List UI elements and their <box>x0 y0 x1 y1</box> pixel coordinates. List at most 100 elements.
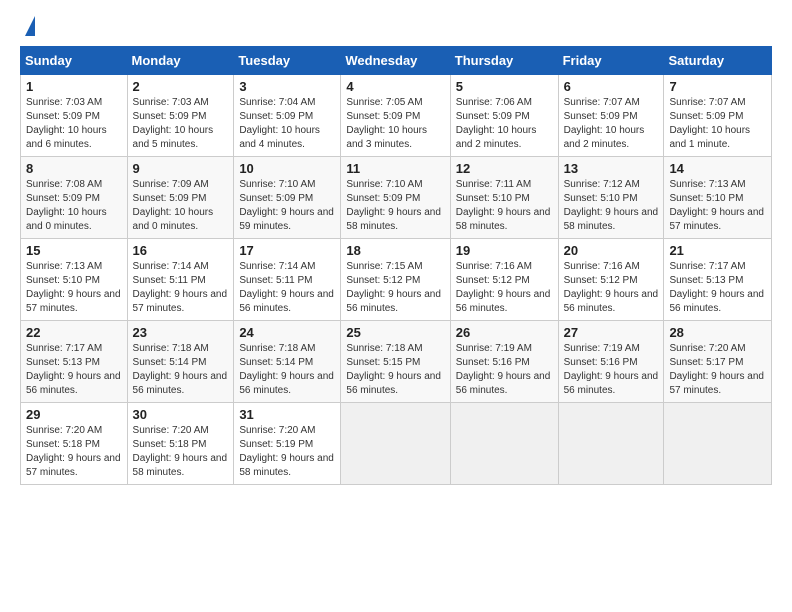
day-info: Sunrise: 7:04 AM Sunset: 5:09 PM Dayligh… <box>239 96 335 152</box>
weekday-header-wednesday: Wednesday <box>341 47 450 75</box>
sunset-time: 5:10 PM <box>706 193 743 204</box>
sunset-label: Sunset: <box>564 357 601 368</box>
daylight-label: Daylight: <box>239 207 281 218</box>
sunrise-time: 7:06 AM <box>495 97 532 108</box>
calendar-week-row: 22 Sunrise: 7:17 AM Sunset: 5:13 PM Dayl… <box>21 321 772 403</box>
day-number: 15 <box>26 243 122 258</box>
sunrise-time: 7:13 AM <box>709 179 746 190</box>
logo <box>20 16 35 38</box>
daylight-label: Daylight: <box>456 371 498 382</box>
sunset-label: Sunset: <box>669 111 706 122</box>
day-number: 8 <box>26 161 122 176</box>
sunrise-label: Sunrise: <box>346 179 385 190</box>
calendar-day: 28 Sunrise: 7:20 AM Sunset: 5:17 PM Dayl… <box>664 321 772 403</box>
sunset-time: 5:15 PM <box>383 357 420 368</box>
calendar-day: 22 Sunrise: 7:17 AM Sunset: 5:13 PM Dayl… <box>21 321 128 403</box>
sunset-label: Sunset: <box>456 357 493 368</box>
day-info: Sunrise: 7:20 AM Sunset: 5:18 PM Dayligh… <box>133 424 229 480</box>
daylight-label: Daylight: <box>26 125 68 136</box>
weekday-header-thursday: Thursday <box>450 47 558 75</box>
sunrise-time: 7:16 AM <box>603 261 640 272</box>
daylight-label: Daylight: <box>133 453 175 464</box>
calendar-day: 21 Sunrise: 7:17 AM Sunset: 5:13 PM Dayl… <box>664 239 772 321</box>
sunset-time: 5:10 PM <box>600 193 637 204</box>
sunset-label: Sunset: <box>239 111 276 122</box>
sunset-label: Sunset: <box>239 275 276 286</box>
sunrise-time: 7:18 AM <box>386 343 423 354</box>
calendar-day: 24 Sunrise: 7:18 AM Sunset: 5:14 PM Dayl… <box>234 321 341 403</box>
daylight-label: Daylight: <box>239 289 281 300</box>
daylight-label: Daylight: <box>133 125 175 136</box>
calendar-day: 1 Sunrise: 7:03 AM Sunset: 5:09 PM Dayli… <box>21 75 128 157</box>
calendar-week-row: 29 Sunrise: 7:20 AM Sunset: 5:18 PM Dayl… <box>21 403 772 485</box>
daylight-label: Daylight: <box>669 371 711 382</box>
sunset-label: Sunset: <box>346 111 383 122</box>
day-info: Sunrise: 7:09 AM Sunset: 5:09 PM Dayligh… <box>133 178 229 234</box>
weekday-header-monday: Monday <box>127 47 234 75</box>
day-info: Sunrise: 7:13 AM Sunset: 5:10 PM Dayligh… <box>26 260 122 316</box>
daylight-label: Daylight: <box>133 289 175 300</box>
daylight-label: Daylight: <box>669 289 711 300</box>
sunrise-label: Sunrise: <box>133 97 172 108</box>
sunrise-time: 7:14 AM <box>279 261 316 272</box>
day-info: Sunrise: 7:05 AM Sunset: 5:09 PM Dayligh… <box>346 96 444 152</box>
calendar-day: 16 Sunrise: 7:14 AM Sunset: 5:11 PM Dayl… <box>127 239 234 321</box>
day-info: Sunrise: 7:07 AM Sunset: 5:09 PM Dayligh… <box>669 96 766 152</box>
day-info: Sunrise: 7:03 AM Sunset: 5:09 PM Dayligh… <box>26 96 122 152</box>
calendar-day: 3 Sunrise: 7:04 AM Sunset: 5:09 PM Dayli… <box>234 75 341 157</box>
sunrise-time: 7:20 AM <box>279 425 316 436</box>
sunrise-time: 7:05 AM <box>386 97 423 108</box>
sunset-time: 5:09 PM <box>63 193 100 204</box>
sunset-label: Sunset: <box>346 357 383 368</box>
daylight-label: Daylight: <box>239 453 281 464</box>
sunset-label: Sunset: <box>239 357 276 368</box>
sunrise-label: Sunrise: <box>564 343 603 354</box>
sunrise-time: 7:17 AM <box>709 261 746 272</box>
calendar-day: 15 Sunrise: 7:13 AM Sunset: 5:10 PM Dayl… <box>21 239 128 321</box>
sunset-time: 5:18 PM <box>63 439 100 450</box>
sunrise-label: Sunrise: <box>26 343 65 354</box>
daylight-label: Daylight: <box>239 125 281 136</box>
sunrise-label: Sunrise: <box>133 261 172 272</box>
calendar-day: 18 Sunrise: 7:15 AM Sunset: 5:12 PM Dayl… <box>341 239 450 321</box>
calendar-week-row: 1 Sunrise: 7:03 AM Sunset: 5:09 PM Dayli… <box>21 75 772 157</box>
sunrise-time: 7:10 AM <box>279 179 316 190</box>
day-number: 3 <box>239 79 335 94</box>
sunset-label: Sunset: <box>456 111 493 122</box>
sunset-time: 5:09 PM <box>492 111 529 122</box>
day-number: 21 <box>669 243 766 258</box>
sunset-time: 5:11 PM <box>276 275 313 286</box>
day-info: Sunrise: 7:07 AM Sunset: 5:09 PM Dayligh… <box>564 96 659 152</box>
calendar-table: SundayMondayTuesdayWednesdayThursdayFrid… <box>20 46 772 485</box>
weekday-header-friday: Friday <box>558 47 664 75</box>
day-number: 23 <box>133 325 229 340</box>
daylight-label: Daylight: <box>26 453 68 464</box>
sunrise-label: Sunrise: <box>133 179 172 190</box>
calendar-day: 9 Sunrise: 7:09 AM Sunset: 5:09 PM Dayli… <box>127 157 234 239</box>
day-number: 27 <box>564 325 659 340</box>
calendar-day: 30 Sunrise: 7:20 AM Sunset: 5:18 PM Dayl… <box>127 403 234 485</box>
calendar-day: 14 Sunrise: 7:13 AM Sunset: 5:10 PM Dayl… <box>664 157 772 239</box>
sunset-label: Sunset: <box>26 357 63 368</box>
sunrise-label: Sunrise: <box>346 343 385 354</box>
sunset-time: 5:14 PM <box>276 357 313 368</box>
sunset-time: 5:11 PM <box>169 275 206 286</box>
sunrise-label: Sunrise: <box>239 179 278 190</box>
day-info: Sunrise: 7:12 AM Sunset: 5:10 PM Dayligh… <box>564 178 659 234</box>
sunset-label: Sunset: <box>239 193 276 204</box>
sunset-label: Sunset: <box>564 275 601 286</box>
sunrise-label: Sunrise: <box>346 97 385 108</box>
day-info: Sunrise: 7:20 AM Sunset: 5:17 PM Dayligh… <box>669 342 766 398</box>
sunset-label: Sunset: <box>456 193 493 204</box>
sunset-label: Sunset: <box>669 275 706 286</box>
day-number: 10 <box>239 161 335 176</box>
day-info: Sunrise: 7:06 AM Sunset: 5:09 PM Dayligh… <box>456 96 553 152</box>
sunset-label: Sunset: <box>564 111 601 122</box>
sunrise-time: 7:03 AM <box>65 97 102 108</box>
sunset-time: 5:09 PM <box>383 193 420 204</box>
sunrise-label: Sunrise: <box>26 179 65 190</box>
sunset-time: 5:19 PM <box>276 439 313 450</box>
daylight-label: Daylight: <box>346 371 388 382</box>
sunrise-label: Sunrise: <box>669 179 708 190</box>
sunrise-label: Sunrise: <box>456 261 495 272</box>
